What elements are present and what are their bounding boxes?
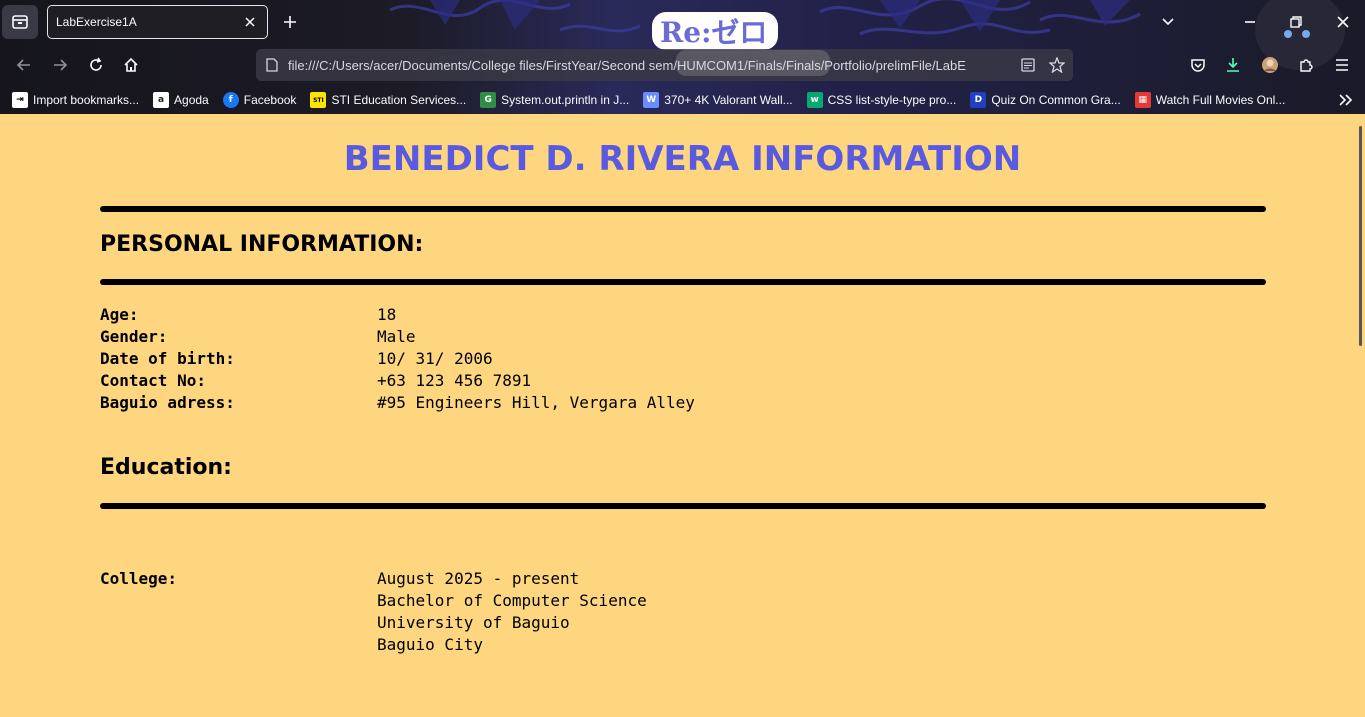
college-detail-line: August 2025 - present	[377, 569, 580, 588]
restore-button[interactable]	[1278, 5, 1314, 39]
account-button[interactable]	[1252, 48, 1288, 82]
reload-icon	[90, 57, 102, 71]
avatar-icon	[1262, 57, 1278, 73]
back-button[interactable]	[6, 48, 42, 82]
info-label: Contact No:	[100, 371, 206, 390]
bookmark-label: Facebook	[243, 93, 297, 107]
home-icon	[124, 57, 138, 72]
college-detail-line: Bachelor of Computer Science	[377, 591, 647, 610]
movies-icon: ▦	[1134, 92, 1151, 108]
navigation-toolbar: file:///C:/Users/acer/Documents/College …	[0, 44, 1365, 86]
browser-chrome: Re:ゼロ LabExercise1A file:///C:/Users/ace…	[0, 0, 1365, 114]
bookmark-item[interactable]: STI STI Education Services...	[308, 88, 468, 112]
reader-view-button[interactable]	[1016, 53, 1040, 77]
arrow-right-icon	[54, 59, 68, 71]
bookmark-label: 370+ 4K Valorant Wall...	[664, 93, 793, 107]
info-value: 10/ 31/ 2006	[377, 349, 493, 368]
plus-icon	[284, 16, 296, 28]
arrow-left-icon	[16, 59, 30, 71]
bookmark-label: STI Education Services...	[331, 93, 467, 107]
bookmark-label: CSS list-style-type pro...	[827, 93, 957, 107]
quiz-icon: D	[970, 92, 987, 108]
bookmark-label: Quiz On Common Gra...	[991, 93, 1121, 107]
reader-view-icon	[1021, 58, 1035, 72]
geeksforgeeks-icon: G	[480, 92, 497, 108]
divider-personal	[100, 279, 1266, 285]
list-all-tabs-button[interactable]	[1150, 5, 1186, 39]
bookmark-item[interactable]: W 370+ 4K Valorant Wall...	[641, 88, 794, 112]
puzzle-icon	[1300, 59, 1313, 72]
bookmark-label: Agoda	[174, 93, 209, 107]
wallpaper-icon: W	[643, 92, 660, 108]
info-value: +63 123 456 7891	[377, 371, 532, 390]
bookmark-item[interactable]: ⇥ Import bookmarks...	[10, 88, 141, 112]
college-label: College:	[100, 569, 178, 588]
star-icon	[1049, 57, 1065, 73]
reload-button[interactable]	[78, 48, 114, 82]
downloads-button[interactable]	[1215, 48, 1251, 82]
divider-top	[100, 206, 1266, 212]
info-value: Male	[377, 327, 416, 346]
bookmark-item[interactable]: a Agoda	[151, 88, 211, 112]
forward-button[interactable]	[42, 48, 78, 82]
close-icon	[245, 17, 255, 27]
info-label: Baguio adress:	[100, 393, 235, 412]
hamburger-menu-icon	[1336, 59, 1348, 71]
sti-icon: STI	[310, 92, 327, 108]
extensions-button[interactable]	[1288, 48, 1324, 82]
pocket-icon	[1191, 59, 1205, 72]
info-label: Date of birth:	[100, 349, 235, 368]
bookmark-item[interactable]: D Quiz On Common Gra...	[968, 88, 1122, 112]
w3schools-icon: w	[806, 92, 823, 108]
tab-title: LabExercise1A	[56, 15, 137, 29]
restore-icon	[1290, 16, 1302, 28]
bookmark-item[interactable]: G System.out.println in J...	[478, 88, 631, 112]
minimize-icon	[1245, 21, 1255, 23]
url-bar[interactable]: file:///C:/Users/acer/Documents/College …	[256, 49, 1073, 81]
page-content: BENEDICT D. RIVERA INFORMATION PERSONAL …	[0, 114, 1365, 717]
double-chevron-right-icon	[1339, 94, 1353, 106]
minimize-button[interactable]	[1232, 5, 1268, 39]
tab-close-button[interactable]	[239, 11, 261, 33]
new-tab-button[interactable]	[272, 5, 308, 39]
agoda-icon: a	[153, 92, 170, 108]
info-value: 18	[377, 305, 397, 324]
bookmark-star-button[interactable]	[1045, 53, 1069, 77]
pocket-button[interactable]	[1180, 48, 1216, 82]
import-icon: ⇥	[12, 92, 28, 108]
home-button[interactable]	[113, 48, 149, 82]
bookmark-label: Watch Full Movies Onl...	[1155, 93, 1286, 107]
page-title: BENEDICT D. RIVERA INFORMATION	[343, 139, 1022, 179]
info-label: Gender:	[100, 327, 168, 346]
file-icon	[266, 58, 278, 72]
facebook-icon: f	[222, 92, 239, 108]
bookmark-item[interactable]: w CSS list-style-type pro...	[805, 88, 959, 112]
close-icon	[1337, 16, 1349, 28]
bookmark-item[interactable]: ▦ Watch Full Movies Onl...	[1133, 88, 1288, 112]
tab-labexercise1a[interactable]: LabExercise1A	[47, 5, 268, 39]
bookmark-label: Import bookmarks...	[33, 93, 140, 107]
info-label: Age:	[100, 305, 139, 324]
personal-information-heading: PERSONAL INFORMATION:	[100, 232, 424, 257]
bookmarks-toolbar: ⇥ Import bookmarks... a Agoda f Facebook STI ST…	[0, 86, 1365, 114]
firefox-view-button[interactable]	[2, 5, 38, 39]
firefox-view-icon	[12, 15, 28, 29]
bookmark-item[interactable]: f Facebook	[221, 88, 299, 112]
bookmarks-overflow-button[interactable]	[1334, 88, 1358, 112]
info-value: #95 Engineers Hill, Vergara Alley	[377, 393, 695, 412]
college-detail-line: University of Baguio	[377, 613, 570, 632]
download-icon	[1227, 58, 1239, 72]
tab-strip: LabExercise1A	[0, 0, 1365, 44]
window-close-button[interactable]	[1325, 5, 1361, 39]
divider-education	[100, 503, 1266, 509]
college-detail-line: Baguio City	[377, 635, 483, 654]
bookmark-label: System.out.println in J...	[501, 93, 630, 107]
app-menu-button[interactable]	[1324, 48, 1360, 82]
education-heading: Education:	[100, 455, 232, 480]
url-text[interactable]: file:///C:/Users/acer/Documents/College …	[288, 58, 1008, 73]
chevron-down-icon	[1162, 18, 1174, 26]
